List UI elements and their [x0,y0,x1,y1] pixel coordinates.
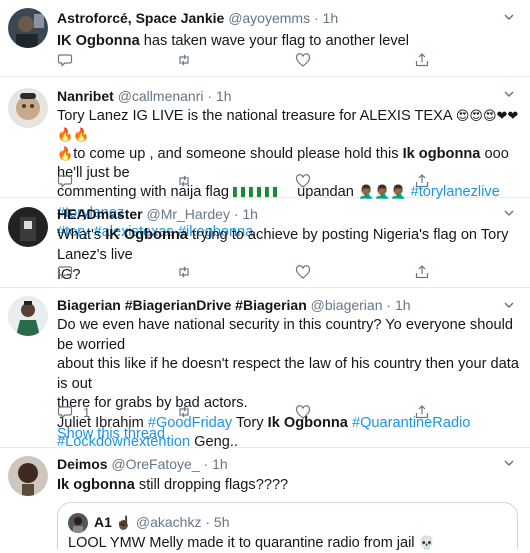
reply-button[interactable] [57,264,73,280]
mention-highlight: Ik ogbonna [402,146,481,162]
tweet[interactable]: Deimos @OreFatoye_ · 1h Ik ogbonna still… [0,448,530,551]
mention-highlight: IK Ogbonna [57,33,140,49]
quoted-timestamp[interactable]: 5h [214,514,230,530]
mention-highlight: Ik ogbonna [57,477,135,493]
timestamp[interactable]: 1h [323,10,339,26]
timestamp[interactable]: 1h [395,297,411,313]
mention-highlight: IK Ogbonna [105,227,188,243]
share-button[interactable] [414,52,430,68]
reply-icon [57,175,73,188]
quoted-author-handle[interactable]: @akachkz [136,514,202,530]
author-handle[interactable]: @callmenanri [118,88,204,104]
retweet-button[interactable] [176,264,192,280]
share-icon [415,53,429,67]
retweet-button[interactable] [176,404,192,420]
chevron-down-icon[interactable] [502,206,516,220]
share-icon [415,405,429,419]
tweet-text-line: What's [57,227,106,243]
tweet[interactable]: HEADmaster @Mr_Hardey · 1h What's IK Ogb… [0,198,530,288]
reply-button[interactable]: 1 [57,404,90,420]
share-button[interactable] [414,173,430,189]
separator-dot: · [233,206,239,222]
tweet[interactable]: Nanribet @callmenanri · 1h Tory Lanez IG… [0,77,530,240]
retweet-button[interactable] [176,52,192,68]
heart-icon [295,53,311,67]
retweet-button[interactable] [176,173,192,189]
tweet-text-line: Tory Lanez IG LIVE is the national treas… [57,108,452,124]
reply-icon [57,406,73,419]
quoted-tweet[interactable]: A1 ☝🏿 @akachkz · 5h LOOL YMW Melly made … [57,502,518,551]
quoted-author-name[interactable]: A1 [94,514,112,530]
avatar[interactable] [8,207,48,247]
show-thread-link[interactable]: Show this thread [57,426,165,442]
quoted-avatar[interactable] [68,513,88,533]
avatar[interactable] [8,88,48,128]
author-name[interactable]: HEADmaster [57,206,143,222]
tweet-text-line: about this like if he doesn't respect th… [57,356,519,392]
author-handle[interactable]: @OreFatoye_ [111,456,199,472]
reply-icon [57,266,73,279]
author-name[interactable]: Biagerian #BiagerianDrive #Biagerian [57,297,307,313]
share-button[interactable] [414,264,430,280]
tweet-text: Ik ogbonna still dropping flags???? [57,475,522,495]
fire-emoji: 🔥 [57,147,74,162]
tweet[interactable]: Biagerian #BiagerianDrive #Biagerian @bi… [0,288,530,450]
reply-icon [57,54,73,67]
timestamp[interactable]: 1h [212,456,228,472]
retweet-icon [179,406,189,418]
tweet[interactable]: Astroforcé, Space Jankie @ayoyemms · 1h … [0,0,530,77]
tweet-text: IK Ogbonna has taken wave your flag to a… [57,31,522,51]
timestamp[interactable]: 1h [216,88,232,104]
heart-icon [295,265,311,279]
avatar[interactable] [8,456,48,496]
like-button[interactable] [295,264,311,280]
chevron-down-icon[interactable] [502,456,516,470]
reply-button[interactable] [57,173,73,189]
like-button[interactable] [295,52,311,68]
separator-dot: · [386,297,392,313]
author-handle[interactable]: @biagerian [311,297,383,313]
chevron-down-icon[interactable] [502,87,516,101]
chevron-down-icon[interactable] [502,10,516,24]
like-button[interactable] [295,404,311,420]
retweet-icon [179,266,189,278]
pointing-up-emoji: ☝🏿 [115,516,132,531]
separator-dot: · [205,514,211,530]
like-button[interactable] [295,173,311,189]
tweet-actions [57,264,477,280]
separator-dot: · [313,10,319,26]
tweet-text-line: Do we even have national security in thi… [57,317,513,353]
author-name[interactable]: Astroforcé, Space Jankie [57,10,224,26]
author-handle[interactable]: @ayoyemms [228,10,310,26]
reply-button[interactable] [57,52,73,68]
chevron-down-icon[interactable] [502,298,516,312]
timestamp[interactable]: 1h [242,206,258,222]
reply-count: 1 [83,404,91,420]
tweet-text-rest: has taken wave your flag to another leve… [139,33,410,49]
avatar[interactable] [8,296,48,336]
tweet-text-rest: still dropping flags???? [134,477,289,493]
author-name[interactable]: Deimos [57,456,108,472]
separator-dot: · [203,456,209,472]
share-icon [415,174,429,188]
quoted-text-line: LOOL YMW Melly made it to quarantine rad… [68,535,415,551]
avatar[interactable] [8,8,48,48]
tweet-actions [57,52,477,68]
separator-dot: · [207,88,213,104]
author-name[interactable]: Nanribet [57,88,114,104]
share-button[interactable] [414,404,430,420]
retweet-icon [179,175,189,187]
share-icon [415,265,429,279]
tweet-text-line: to come up , and someone should please h… [73,146,403,162]
skull-emoji: 💀 [418,536,435,551]
quoted-text: LOOL YMW Melly made it to quarantine rad… [68,534,435,553]
retweet-icon [179,54,189,66]
author-handle[interactable]: @Mr_Hardey [146,206,229,222]
heart-icon [295,405,311,419]
heart-icon [295,174,311,188]
tweet-actions: 1 [57,404,477,420]
tweet-actions [57,173,477,189]
